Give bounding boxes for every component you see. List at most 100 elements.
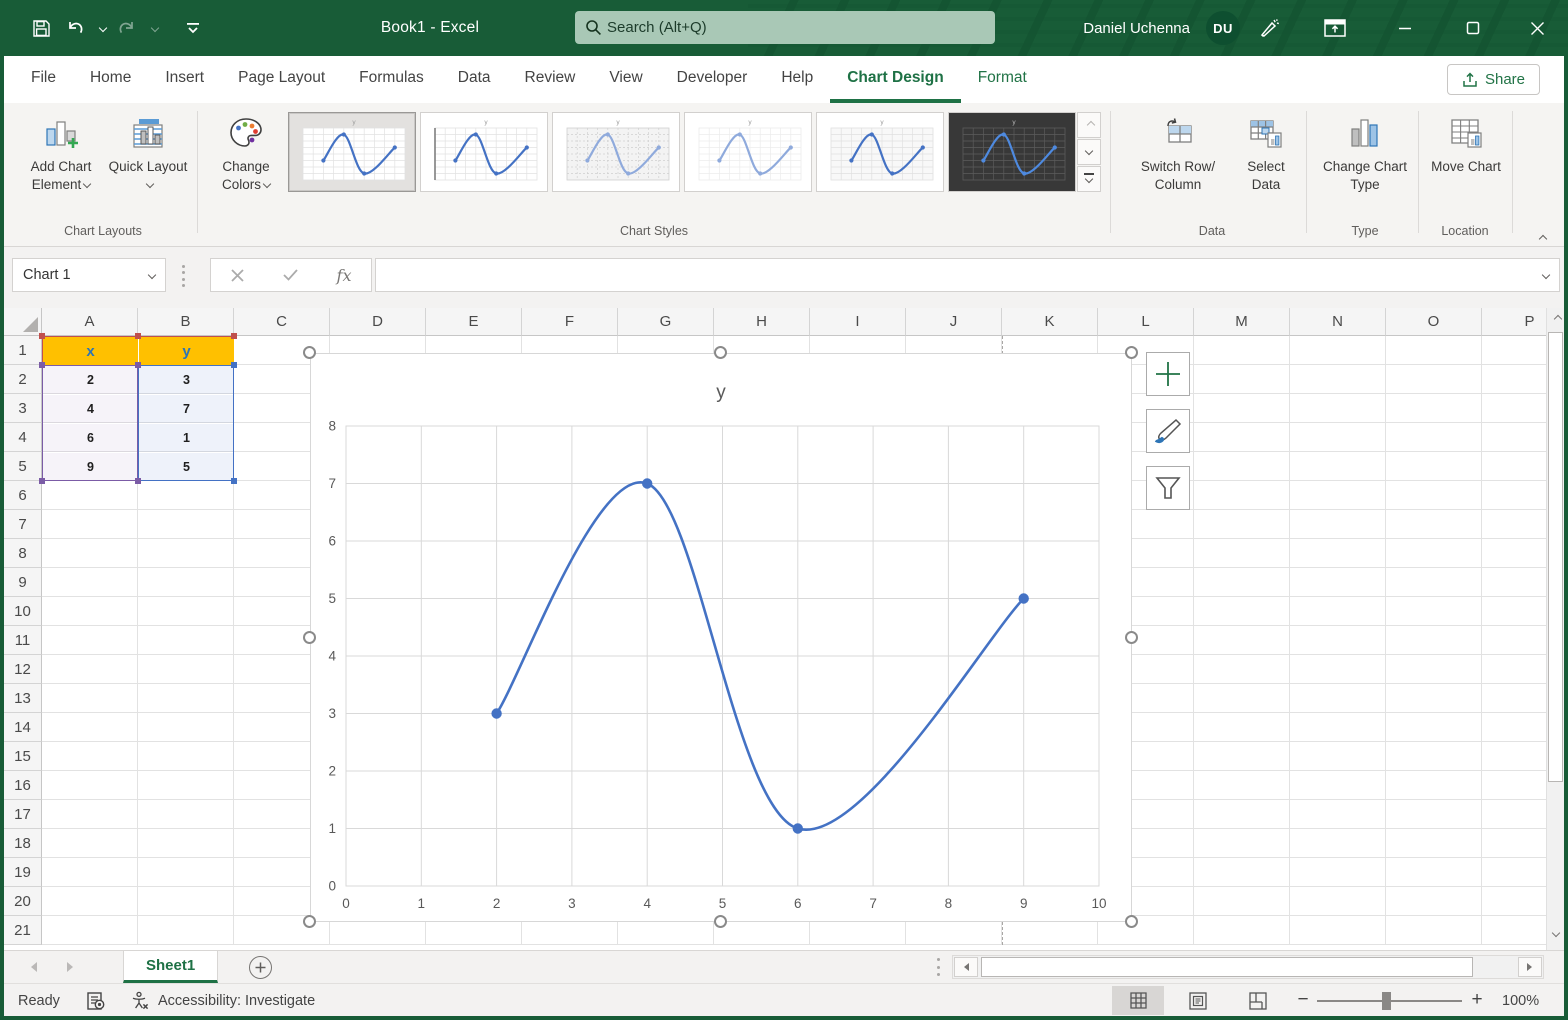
range-handle[interactable] <box>39 362 45 368</box>
range-handle[interactable] <box>231 333 237 339</box>
cancel-icon[interactable] <box>230 268 244 282</box>
gallery-scroll-up-button[interactable] <box>1077 112 1101 138</box>
column-header-N[interactable]: N <box>1290 308 1386 336</box>
cell-A3[interactable]: 4 <box>43 395 138 423</box>
cell-A2[interactable]: 2 <box>43 366 138 394</box>
name-box[interactable]: Chart 1 <box>12 258 166 292</box>
page-layout-view-button[interactable] <box>1172 986 1224 1015</box>
row-header-4[interactable]: 4 <box>4 423 42 452</box>
chart-style-5[interactable]: y <box>816 112 944 192</box>
row-header-1[interactable]: 1 <box>4 336 42 365</box>
column-header-M[interactable]: M <box>1194 308 1290 336</box>
select-all-corner[interactable] <box>4 308 42 336</box>
zoom-slider-thumb[interactable] <box>1382 992 1391 1010</box>
tab-bar-resize-handle[interactable] <box>937 958 941 976</box>
new-sheet-button[interactable] <box>249 956 272 979</box>
cell-B4[interactable]: 1 <box>139 424 234 452</box>
row-header-18[interactable]: 18 <box>4 829 42 858</box>
row-header-8[interactable]: 8 <box>4 539 42 568</box>
chart-selection-handle[interactable] <box>1125 630 1138 644</box>
column-header-D[interactable]: D <box>330 308 426 336</box>
undo-dropdown[interactable] <box>94 13 108 43</box>
column-header-P[interactable]: P <box>1482 308 1546 336</box>
tab-developer[interactable]: Developer <box>660 56 765 103</box>
chart-selection-handle[interactable] <box>303 630 316 644</box>
row-header-12[interactable]: 12 <box>4 655 42 684</box>
column-header-G[interactable]: G <box>618 308 714 336</box>
search-input[interactable] <box>607 19 937 36</box>
column-header-B[interactable]: B <box>138 308 234 336</box>
formula-bar[interactable] <box>375 258 1560 292</box>
accessibility-status[interactable]: Accessibility: Investigate <box>130 984 315 1017</box>
chart-style-6[interactable]: y <box>948 112 1076 192</box>
chart-style-3[interactable]: y <box>552 112 680 192</box>
tab-file[interactable]: File <box>14 56 73 103</box>
search-box[interactable] <box>575 11 995 44</box>
chart-selection-handle[interactable] <box>303 915 316 928</box>
vertical-scroll-thumb[interactable] <box>1548 332 1563 782</box>
gallery-scroll-down-button[interactable] <box>1077 139 1101 165</box>
insert-function-icon[interactable]: fx <box>337 266 352 285</box>
collapse-ribbon-button[interactable] <box>1537 227 1548 245</box>
column-header-O[interactable]: O <box>1386 308 1482 336</box>
row-header-20[interactable]: 20 <box>4 887 42 916</box>
cell-A4[interactable]: 6 <box>43 424 138 452</box>
row-header-21[interactable]: 21 <box>4 916 42 945</box>
tab-data[interactable]: Data <box>441 56 508 103</box>
add-chart-element-button[interactable]: Add Chart Element <box>16 111 106 193</box>
ribbon-display-options-button[interactable] <box>1312 0 1358 56</box>
chart-selection-handle[interactable] <box>714 346 727 359</box>
redo-button[interactable] <box>112 13 142 43</box>
scroll-right-button[interactable] <box>1518 957 1542 977</box>
row-header-16[interactable]: 16 <box>4 771 42 800</box>
share-button[interactable]: Share <box>1446 64 1540 95</box>
zoom-out-button[interactable]: − <box>1292 989 1314 1011</box>
column-header-H[interactable]: H <box>714 308 810 336</box>
select-data-button[interactable]: Select Data <box>1232 111 1300 193</box>
gallery-more-button[interactable] <box>1077 166 1101 192</box>
formula-input[interactable] <box>376 259 1540 291</box>
column-header-I[interactable]: I <box>810 308 906 336</box>
move-chart-button[interactable]: Move Chart <box>1426 111 1506 176</box>
row-header-3[interactable]: 3 <box>4 394 42 423</box>
row-header-10[interactable]: 10 <box>4 597 42 626</box>
column-header-E[interactable]: E <box>426 308 522 336</box>
sheet-nav-next-button[interactable] <box>62 959 78 975</box>
row-header-5[interactable]: 5 <box>4 452 42 481</box>
customize-qat-button[interactable] <box>178 13 208 43</box>
chart-filters-button[interactable] <box>1146 466 1190 510</box>
tab-review[interactable]: Review <box>508 56 593 103</box>
column-header-C[interactable]: C <box>234 308 330 336</box>
row-header-9[interactable]: 9 <box>4 568 42 597</box>
cell-B2[interactable]: 3 <box>139 366 234 394</box>
vertical-scrollbar[interactable] <box>1546 308 1565 950</box>
scroll-left-button[interactable] <box>954 957 978 977</box>
cell-A1[interactable]: x <box>43 337 138 365</box>
tab-formulas[interactable]: Formulas <box>342 56 441 103</box>
chart-elements-button[interactable] <box>1146 352 1190 396</box>
zoom-in-button[interactable]: + <box>1466 989 1488 1011</box>
sheet-tab-sheet1[interactable]: Sheet1 <box>123 951 219 983</box>
formula-bar-resize-handle[interactable] <box>182 265 186 287</box>
column-header-F[interactable]: F <box>522 308 618 336</box>
quick-layout-button[interactable]: Quick Layout <box>108 111 188 193</box>
undo-button[interactable] <box>60 13 90 43</box>
cell-B1[interactable]: y <box>139 337 234 365</box>
minimize-button[interactable] <box>1382 0 1428 56</box>
chart-object[interactable]: y 0 1 2 3 4 5 6 7 8 9 10 0 1 2 3 4 5 6 7 8 <box>310 353 1132 922</box>
chart-style-4[interactable]: y <box>684 112 812 192</box>
chart-selection-handle[interactable] <box>1125 346 1138 359</box>
tab-help[interactable]: Help <box>764 56 830 103</box>
chart-style-2[interactable]: y <box>420 112 548 192</box>
close-button[interactable] <box>1514 0 1560 56</box>
change-chart-type-button[interactable]: Change Chart Type <box>1316 111 1414 193</box>
change-colors-button[interactable]: Change Colors <box>206 111 286 193</box>
chart-selection-handle[interactable] <box>1125 915 1138 928</box>
row-header-11[interactable]: 11 <box>4 626 42 655</box>
tab-page-layout[interactable]: Page Layout <box>221 56 342 103</box>
horizontal-scrollbar[interactable] <box>952 955 1544 979</box>
zoom-level[interactable]: 100% <box>1502 984 1539 1017</box>
enter-icon[interactable] <box>282 269 298 281</box>
cell-B5[interactable]: 5 <box>139 453 234 481</box>
row-header-2[interactable]: 2 <box>4 365 42 394</box>
